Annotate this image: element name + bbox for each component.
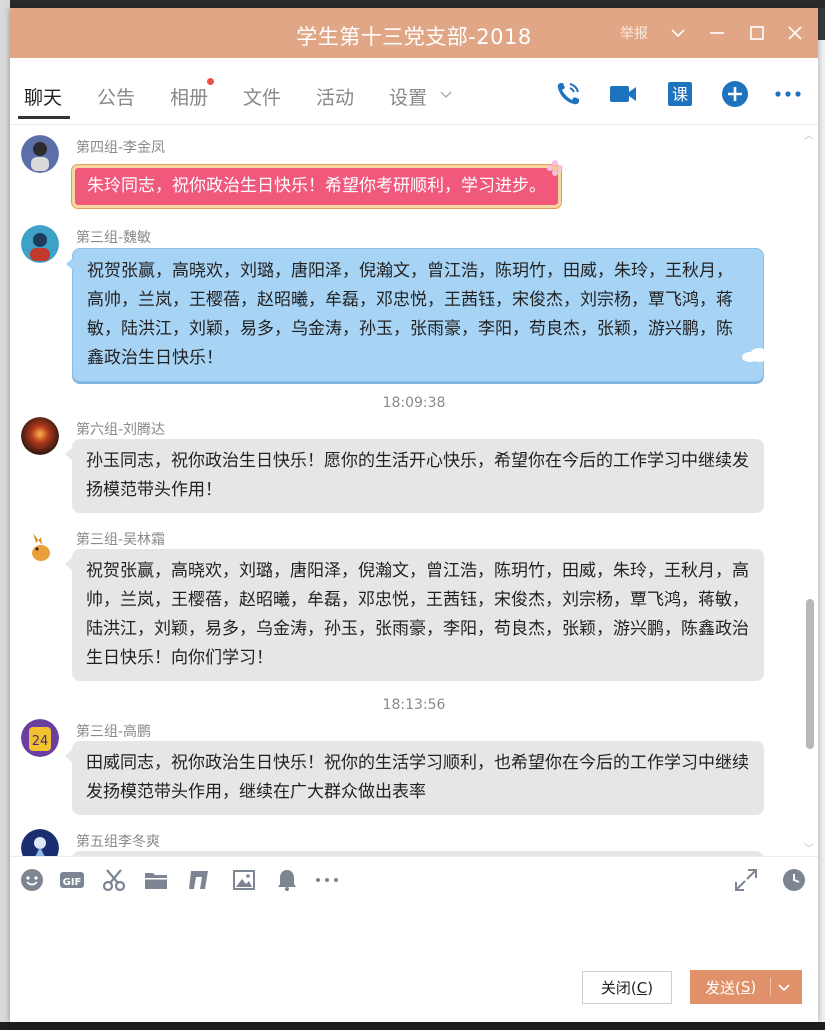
send-options-chevron-icon[interactable] bbox=[776, 979, 792, 995]
scroll-down-arrow-icon[interactable]: ﹀ bbox=[804, 840, 814, 855]
avatar[interactable] bbox=[21, 829, 59, 856]
tab-activities[interactable]: 活动 bbox=[316, 83, 354, 110]
message-list[interactable]: 第四组-李金凤 朱玲同志，祝你政治生日快乐！希望你考研顺利，学习进步。 第三组-… bbox=[10, 125, 818, 856]
title-bar[interactable]: 学生第十三党支部-2018 举报 bbox=[10, 8, 818, 58]
avatar[interactable] bbox=[21, 527, 59, 565]
send-button-hotkey: S bbox=[740, 978, 751, 996]
send-button-suffix: ) bbox=[750, 978, 757, 996]
svg-text:课: 课 bbox=[672, 85, 688, 104]
send-divider bbox=[770, 978, 771, 996]
message-bubble[interactable]: 田威同志，祝你政治生日快乐！祝你的生活学习顺利，也希望你在今后的工作学习中继续发… bbox=[65, 741, 764, 815]
message-timestamp: 18:09:38 bbox=[382, 395, 446, 411]
image-icon[interactable] bbox=[231, 867, 257, 893]
close-button-label: 关闭( bbox=[600, 979, 637, 997]
sender-name: 第三组-吴林霜 bbox=[76, 532, 166, 548]
add-circle-icon[interactable] bbox=[719, 78, 751, 110]
sender-name: 第五组李冬爽 bbox=[76, 834, 160, 850]
close-button-hotkey: C bbox=[636, 978, 648, 997]
avatar[interactable] bbox=[21, 417, 59, 455]
album-badge-dot bbox=[207, 78, 214, 85]
avatar[interactable] bbox=[21, 135, 59, 173]
desktop-background-top bbox=[0, 0, 825, 8]
history-clock-icon[interactable] bbox=[781, 867, 807, 893]
sender-name: 第三组-魏敏 bbox=[76, 230, 152, 246]
cloud-decoration-icon bbox=[740, 345, 770, 367]
emoji-icon[interactable] bbox=[19, 867, 45, 893]
bell-icon[interactable] bbox=[274, 867, 300, 893]
input-toolbar: GIF bbox=[10, 856, 818, 901]
send-button[interactable]: 发送(S) bbox=[690, 970, 802, 1004]
desktop-background-bottom bbox=[0, 1022, 825, 1030]
close-button[interactable]: 关闭(C) bbox=[582, 971, 672, 1004]
tab-settings[interactable]: 设置 bbox=[389, 83, 427, 110]
more-tools-icon[interactable] bbox=[314, 867, 340, 893]
desktop-background-right bbox=[818, 40, 825, 1030]
window-title: 学生第十三党支部-2018 bbox=[296, 25, 532, 49]
maximize-button[interactable] bbox=[743, 19, 771, 47]
tab-announcements[interactable]: 公告 bbox=[97, 83, 135, 110]
avatar[interactable] bbox=[21, 225, 59, 263]
chevron-down-icon[interactable] bbox=[664, 19, 692, 47]
music-icon[interactable] bbox=[186, 867, 212, 893]
folder-icon[interactable] bbox=[143, 867, 169, 893]
sender-name: 第三组-高鹏 bbox=[76, 724, 152, 740]
send-button-label: 发送( bbox=[705, 978, 741, 997]
svg-text:GIF: GIF bbox=[63, 877, 82, 888]
video-call-icon[interactable] bbox=[607, 78, 639, 110]
message-timestamp: 18:13:56 bbox=[382, 697, 446, 713]
group-chat-window: 学生第十三党支部-2018 举报 聊天 公告 相册 文件 活动 设置 课 第四组… bbox=[10, 8, 818, 1022]
flower-sticker-icon bbox=[546, 159, 564, 181]
message-bubble[interactable]: 祝贺张赢，高晓欢，刘璐，唐阳泽，倪瀚文，曾江浩，陈玥竹，田威，朱玲，王秋月，高帅… bbox=[66, 248, 764, 382]
avatar[interactable]: 24 bbox=[21, 719, 59, 757]
lesson-icon[interactable]: 课 bbox=[664, 78, 696, 110]
gif-icon[interactable]: GIF bbox=[59, 867, 85, 893]
screenshot-scissors-icon[interactable] bbox=[101, 867, 127, 893]
sender-name: 第六组-刘腾达 bbox=[76, 422, 166, 438]
message-bubble[interactable]: 孙玉同志，祝你政治生日快乐！愿你的生活开心快乐，希望你在今后的工作学习中继续发扬… bbox=[65, 439, 764, 513]
settings-chevron-icon[interactable] bbox=[438, 86, 454, 102]
tab-chat[interactable]: 聊天 bbox=[24, 83, 62, 110]
scrollbar-thumb[interactable] bbox=[806, 599, 814, 749]
message-bubble[interactable]: 祝贺张赢，高晓欢，刘璐，唐阳泽，倪瀚文，曾江浩，陈玥竹，田威，朱玲，王秋月，高帅… bbox=[65, 549, 764, 681]
svg-text:24: 24 bbox=[32, 734, 49, 749]
close-window-button[interactable] bbox=[781, 19, 809, 47]
minimize-button[interactable] bbox=[703, 19, 731, 47]
active-tab-indicator bbox=[18, 116, 70, 119]
sender-name: 第四组-李金凤 bbox=[76, 140, 166, 156]
report-link[interactable]: 举报 bbox=[620, 23, 648, 43]
close-button-suffix: ) bbox=[647, 978, 654, 997]
tab-files[interactable]: 文件 bbox=[243, 83, 281, 110]
phone-call-icon[interactable] bbox=[552, 78, 584, 110]
expand-icon[interactable] bbox=[733, 867, 759, 893]
tab-album[interactable]: 相册 bbox=[170, 83, 208, 110]
message-bubble[interactable]: 朱玲同志，祝你政治生日快乐！希望你考研顺利，学习进步。 bbox=[72, 165, 561, 208]
more-icon[interactable] bbox=[772, 78, 804, 110]
tab-bar: 聊天 公告 相册 文件 活动 设置 课 bbox=[10, 58, 818, 125]
desktop-background-left bbox=[0, 0, 10, 1030]
